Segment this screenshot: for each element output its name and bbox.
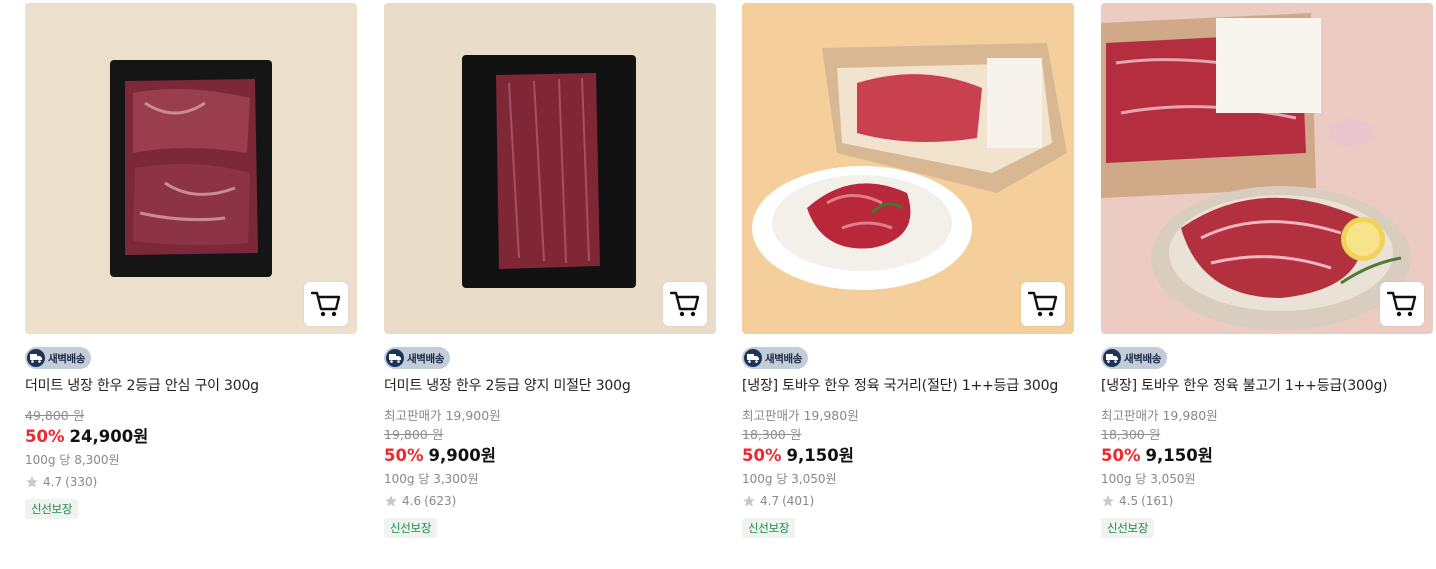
star-icon xyxy=(1102,495,1114,507)
price: 9,150원 xyxy=(1145,446,1213,465)
original-price: 19,800 원 xyxy=(384,427,444,442)
truck-icon xyxy=(1103,349,1121,367)
product-grid: 새벽배송 더미트 냉장 한우 2등급 안심 구이 300g 49,800 원 5… xyxy=(0,0,1436,569)
unit-price: 100g 당 3,050원 xyxy=(742,472,837,486)
price-box: 최고판매가 19,980원 18,300 원 50% 9,150원 100g 당 … xyxy=(1101,406,1433,538)
review-count: (401) xyxy=(782,494,815,508)
product-image[interactable] xyxy=(742,3,1074,334)
star-icon xyxy=(743,495,755,507)
truck-icon xyxy=(27,349,45,367)
freshness-tag: 신선보장 xyxy=(25,499,79,519)
price: 9,150원 xyxy=(786,446,854,465)
cart-icon xyxy=(311,291,341,317)
product-card[interactable]: 새벽배송 더미트 냉장 한우 2등급 양지 미절단 300g 최고판매가 19,… xyxy=(384,3,716,538)
review-count: (161) xyxy=(1141,494,1174,508)
product-card[interactable]: 새벽배송 [냉장] 토바우 한우 정육 국거리(절단) 1++등급 300g 최… xyxy=(742,3,1074,538)
product-title[interactable]: 더미트 냉장 한우 2등급 양지 미절단 300g xyxy=(384,376,716,396)
product-card[interactable]: 새벽배송 [냉장] 토바우 한우 정육 불고기 1++등급(300g) 최고판매… xyxy=(1101,3,1433,538)
product-image[interactable] xyxy=(1101,3,1433,334)
product-image[interactable] xyxy=(384,3,716,334)
badge-label: 새벽배송 xyxy=(407,352,445,365)
price: 9,900원 xyxy=(428,446,496,465)
freshness-tag: 신선보장 xyxy=(1101,518,1155,538)
rating: 4.7 (401) xyxy=(742,490,1074,512)
rating-value: 4.5 xyxy=(1119,494,1139,508)
review-count: (330) xyxy=(65,475,98,489)
sale-price: 50% 9,150원 xyxy=(1101,444,1433,468)
product-title[interactable]: [냉장] 토바우 한우 정육 국거리(절단) 1++등급 300g xyxy=(742,376,1074,396)
add-to-cart-button[interactable] xyxy=(304,282,348,326)
dawn-delivery-badge: 새벽배송 xyxy=(1101,347,1168,369)
cart-icon xyxy=(670,291,700,317)
best-price: 최고판매가 19,900원 xyxy=(384,408,501,423)
price-box: 최고판매가 19,980원 18,300 원 50% 9,150원 100g 당 … xyxy=(742,406,1074,538)
add-to-cart-button[interactable] xyxy=(663,282,707,326)
original-price: 18,300 원 xyxy=(742,427,802,442)
best-price: 최고판매가 19,980원 xyxy=(742,408,859,423)
rating-value: 4.6 xyxy=(402,494,422,508)
cart-icon xyxy=(1028,291,1058,317)
rating-value: 4.7 xyxy=(43,475,63,489)
sale-price: 50% 24,900원 xyxy=(25,425,357,449)
discount-rate: 50% xyxy=(742,446,782,465)
unit-price: 100g 당 3,300원 xyxy=(384,472,479,486)
truck-icon xyxy=(386,349,404,367)
product-title[interactable]: [냉장] 토바우 한우 정육 불고기 1++등급(300g) xyxy=(1101,376,1433,396)
cart-icon xyxy=(1387,291,1417,317)
price: 24,900원 xyxy=(69,427,149,446)
rating-value: 4.7 xyxy=(760,494,780,508)
badge-label: 새벽배송 xyxy=(765,352,803,365)
review-count: (623) xyxy=(424,494,457,508)
badge-label: 새벽배송 xyxy=(1124,352,1162,365)
freshness-tag: 신선보장 xyxy=(384,518,438,538)
star-icon xyxy=(385,495,397,507)
dawn-delivery-badge: 새벽배송 xyxy=(742,347,809,369)
original-price: 49,800 원 xyxy=(25,408,85,423)
product-image[interactable] xyxy=(25,3,357,334)
sale-price: 50% 9,900원 xyxy=(384,444,716,468)
add-to-cart-button[interactable] xyxy=(1021,282,1065,326)
unit-price: 100g 당 3,050원 xyxy=(1101,472,1196,486)
discount-rate: 50% xyxy=(384,446,424,465)
discount-rate: 50% xyxy=(25,427,65,446)
product-title[interactable]: 더미트 냉장 한우 2등급 안심 구이 300g xyxy=(25,376,357,396)
unit-price: 100g 당 8,300원 xyxy=(25,453,120,467)
star-icon xyxy=(26,476,38,488)
add-to-cart-button[interactable] xyxy=(1380,282,1424,326)
price-box: 최고판매가 19,900원 19,800 원 50% 9,900원 100g 당 … xyxy=(384,406,716,538)
rating: 4.7 (330) xyxy=(25,471,357,493)
original-price: 18,300 원 xyxy=(1101,427,1161,442)
rating: 4.6 (623) xyxy=(384,490,716,512)
dawn-delivery-badge: 새벽배송 xyxy=(384,347,451,369)
sale-price: 50% 9,150원 xyxy=(742,444,1074,468)
dawn-delivery-badge: 새벽배송 xyxy=(25,347,92,369)
price-box: 49,800 원 50% 24,900원 100g 당 8,300원 4.7 (33… xyxy=(25,406,357,519)
badge-label: 새벽배송 xyxy=(48,352,86,365)
rating: 4.5 (161) xyxy=(1101,490,1433,512)
freshness-tag: 신선보장 xyxy=(742,518,796,538)
truck-icon xyxy=(744,349,762,367)
discount-rate: 50% xyxy=(1101,446,1141,465)
best-price: 최고판매가 19,980원 xyxy=(1101,408,1218,423)
product-card[interactable]: 새벽배송 더미트 냉장 한우 2등급 안심 구이 300g 49,800 원 5… xyxy=(25,3,357,519)
